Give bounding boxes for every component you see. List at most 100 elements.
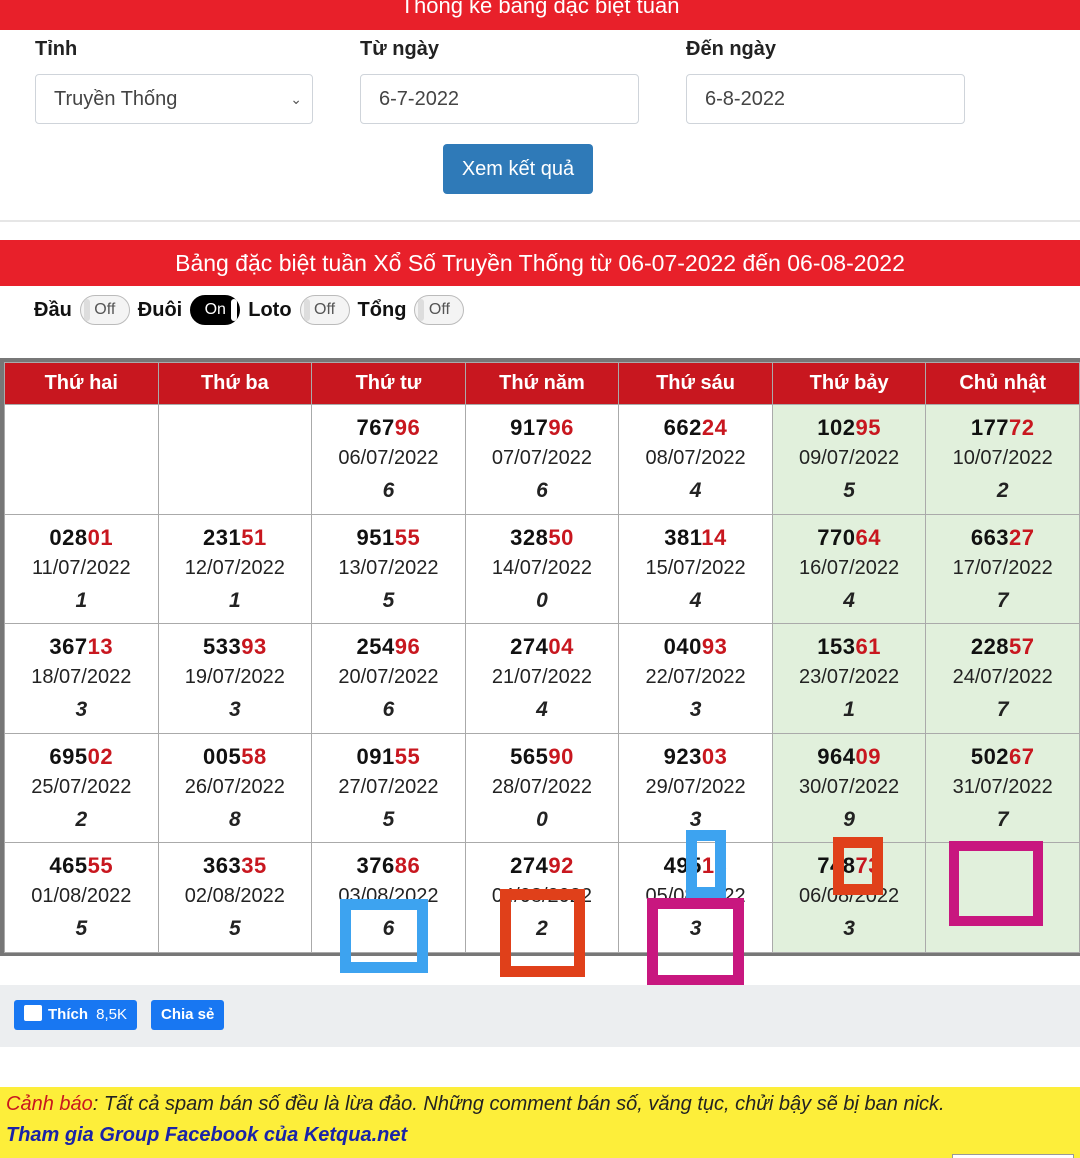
number-head: 228 — [970, 634, 1010, 659]
number-tail: 72 — [1009, 415, 1035, 440]
special-prize-number: 53393 — [159, 634, 312, 666]
number-tail: 03 — [701, 743, 728, 769]
number-tail: 51 — [241, 524, 267, 550]
number-head: 254 — [356, 634, 395, 659]
filter-form: Tỉnh Truyền Thống ⌄ Từ ngày 6-7-2022 Đến… — [0, 38, 1080, 138]
digit-sum: 5 — [382, 588, 395, 612]
draw-date: 06/07/2022 — [338, 447, 439, 469]
annotation-box-blue-small — [686, 830, 726, 898]
special-prize-number: 36713 — [5, 634, 158, 666]
number-head: 274 — [510, 634, 549, 659]
result-cell: 15361 23/07/2022 1 — [771, 623, 927, 734]
result-cell: 32850 14/07/2022 0 — [464, 513, 620, 624]
to-date-input[interactable]: 6-8-2022 — [686, 74, 965, 124]
toggle-loto[interactable]: Off — [299, 295, 350, 325]
page-top-title: Thống kê bảng đặc biệt tuần — [400, 0, 680, 18]
col-header-mon: Thứ hai — [4, 362, 159, 405]
number-tail: 50 — [548, 524, 574, 550]
number-head: 695 — [49, 743, 88, 769]
digit-sum: 9 — [843, 807, 855, 831]
spam-warning-banner: Cảnh báo: Tất cả spam bán số đều là lừa … — [0, 1087, 1080, 1158]
toggle-dau[interactable]: Off — [79, 295, 130, 325]
draw-date: 22/07/2022 — [645, 666, 746, 688]
special-prize-number: 96409 — [773, 744, 926, 776]
draw-date: 19/07/2022 — [184, 666, 285, 688]
digit-sum: 4 — [843, 588, 855, 612]
number-tail: 96 — [394, 415, 421, 440]
number-head: 767 — [356, 415, 395, 440]
draw-date: 07/07/2022 — [491, 447, 593, 469]
number-head: 177 — [970, 415, 1010, 440]
facebook-group-link[interactable]: Tham gia Group Facebook của Ketqua.net — [6, 1119, 1074, 1151]
special-prize-number: 22857 — [926, 634, 1079, 666]
number-tail: 58 — [241, 743, 267, 769]
number-tail: 61 — [855, 634, 881, 659]
annotation-box-magenta — [647, 898, 744, 986]
draw-date: 26/07/2022 — [184, 775, 285, 798]
special-prize-number: 38114 — [619, 525, 772, 557]
social-share-area: Thích 8,5K Chia sẻ — [0, 985, 1080, 1047]
digit-sum: 5 — [843, 479, 855, 502]
view-results-button[interactable]: Xem kết quả — [443, 144, 593, 194]
special-prize-number: 17772 — [926, 415, 1079, 447]
col-header-thu: Thứ năm — [464, 362, 620, 405]
special-prize-number: 91796 — [466, 415, 619, 447]
result-cell: 23151 12/07/2022 1 — [157, 513, 313, 624]
draw-date: 12/07/2022 — [184, 556, 285, 579]
number-tail: 04 — [548, 634, 574, 659]
draw-date: 18/07/2022 — [31, 666, 132, 688]
special-prize-number: 27404 — [466, 634, 619, 666]
special-prize-number: 00558 — [159, 744, 312, 776]
number-tail: 14 — [701, 524, 727, 550]
number-head: 005 — [202, 743, 242, 769]
number-head: 328 — [510, 524, 549, 550]
digit-sum: 0 — [536, 807, 548, 831]
like-count: 8,5K — [96, 1006, 128, 1023]
result-cell: 27404 21/07/2022 4 — [464, 623, 620, 734]
digit-sum: 5 — [229, 917, 241, 940]
draw-date: 11/07/2022 — [31, 556, 131, 579]
draw-date: 01/08/2022 — [31, 885, 132, 907]
province-select[interactable]: Truyền Thống ⌄ — [35, 74, 313, 124]
toggle-duoi[interactable]: On — [190, 295, 241, 325]
table-row: 36713 18/07/2022 3 53393 19/07/2022 3 25496 20/… — [4, 623, 1080, 734]
facebook-share-button[interactable]: Chia sẻ — [151, 1000, 225, 1030]
number-head: 274 — [510, 853, 549, 878]
number-tail: 93 — [241, 634, 267, 659]
toggle-tong[interactable]: Off — [414, 295, 465, 325]
result-cell: 95155 13/07/2022 5 — [311, 513, 466, 624]
special-prize-number: 76796 — [312, 415, 465, 447]
province-group: Tỉnh Truyền Thống ⌄ — [35, 38, 313, 124]
special-prize-number: 46555 — [5, 853, 158, 885]
digit-sum: 7 — [996, 807, 1009, 831]
number-head: 028 — [49, 524, 88, 550]
number-tail: 35 — [241, 853, 267, 878]
number-head: 040 — [663, 634, 702, 659]
number-tail: 01 — [87, 524, 114, 550]
thumbs-up-icon — [24, 1005, 42, 1021]
digit-sum: 1 — [843, 698, 855, 721]
weekly-results-table-wrap: Thứ hai Thứ ba Thứ tư Thứ năm Thứ sáu Th… — [0, 358, 1080, 956]
facebook-like-button[interactable]: Thích 8,5K — [14, 1000, 138, 1030]
from-date-input[interactable]: 6-7-2022 — [360, 74, 639, 124]
special-prize-number: 25496 — [312, 634, 465, 666]
number-head: 502 — [970, 743, 1010, 769]
special-prize-number: 09155 — [312, 744, 465, 776]
chevron-down-icon: ⌄ — [290, 91, 302, 107]
col-header-fri: Thứ sáu — [618, 362, 773, 405]
corner-widget — [952, 1154, 1074, 1158]
draw-date: 31/07/2022 — [952, 775, 1053, 798]
digit-sum: 1 — [75, 588, 88, 612]
result-cell: 66224 08/07/2022 4 — [618, 404, 773, 515]
digit-sum: 7 — [996, 698, 1009, 721]
number-head: 663 — [970, 524, 1010, 550]
special-prize-number: 56590 — [466, 744, 619, 776]
toggle-label-duoi: Đuôi — [137, 298, 183, 321]
special-prize-number: 23151 — [159, 525, 312, 557]
col-header-sun: Chủ nhật — [925, 362, 1080, 405]
table-row: 69502 25/07/2022 2 00558 26/07/2022 8 09155 27/… — [4, 732, 1080, 843]
number-tail: 90 — [548, 743, 574, 769]
special-prize-number: 02801 — [5, 525, 158, 557]
number-head: 102 — [817, 415, 856, 440]
special-prize-number: 10295 — [773, 415, 926, 447]
